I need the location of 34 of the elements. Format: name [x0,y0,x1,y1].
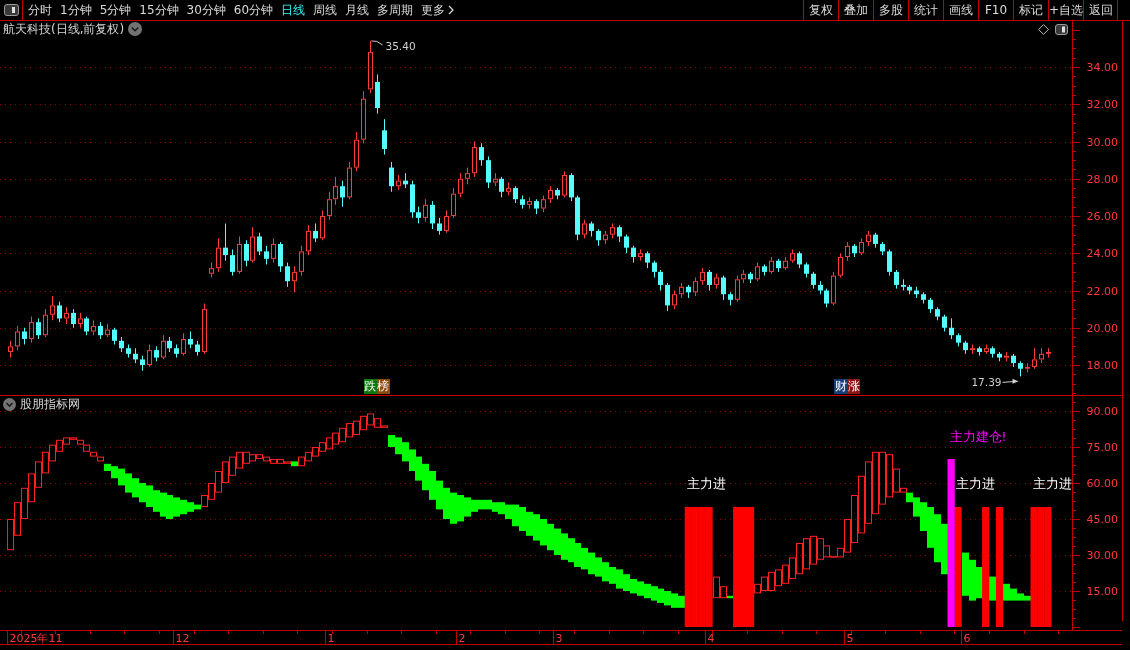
signal-label: 主力进 [1032,476,1072,491]
high-price-label: 35.40 [385,39,416,52]
price-axis-label: 26.00 [1086,210,1118,223]
event-tag: 财 [834,379,848,394]
indicator-axis-label: 15.00 [1086,585,1118,598]
signal-label: 主力建仓! [949,429,1007,445]
price-axis-label: 18.00 [1086,359,1118,372]
price-axis-label: 24.00 [1086,247,1118,261]
event-tag: 涨 [847,379,861,394]
price-axis-label: 34.00 [1086,61,1118,74]
time-axis-label: 6 [963,632,971,645]
indicator-axis-label: 90.00 [1086,405,1118,418]
time-axis-label: 2025年11 [9,632,63,645]
price-axis-label: 22.00 [1086,284,1118,298]
time-axis-label: 5 [846,632,854,645]
chart-title: 股朋指标网 [20,397,80,411]
time-axis-label: 1 [327,632,335,645]
time-axis-label: 4 [707,632,715,645]
signal-label: 主力进 [956,476,996,491]
low-price-label: 17.39 [971,376,1002,389]
chart-title: 航天科技(日线,前复权) [3,22,125,36]
event-tag: 跌 [363,379,377,394]
signal-label: 主力进 [686,476,726,491]
indicator-axis-label: 75.00 [1086,441,1118,454]
indicator-axis-label: 45.00 [1086,513,1118,526]
indicator-axis-label: 30.00 [1086,549,1118,562]
price-axis-label: 32.00 [1086,98,1118,112]
indicator-axis-label: 60.00 [1086,477,1118,490]
time-axis-label: 2 [458,632,466,645]
time-axis-label: 3 [555,632,563,645]
time-axis-label: 12 [175,632,190,645]
price-axis-label: 30.00 [1086,135,1118,149]
price-axis-label: 28.00 [1086,172,1118,186]
price-axis-label: 20.00 [1086,321,1118,335]
